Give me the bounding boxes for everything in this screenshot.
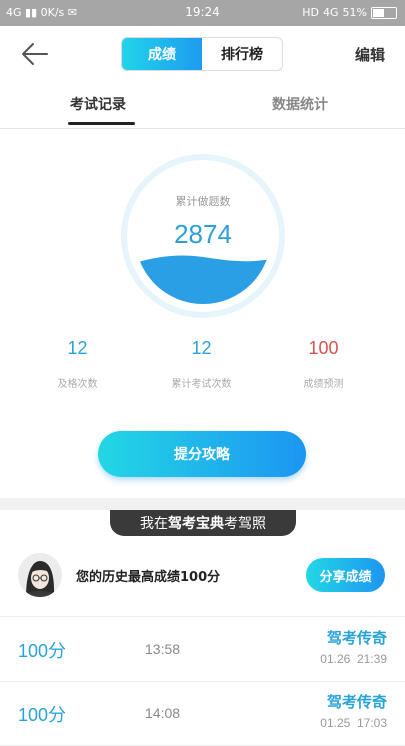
tab-data-stats[interactable]: 数据统计 — [272, 94, 328, 114]
record-title: 驾考传奇 — [326, 629, 387, 647]
share-score-button[interactable]: 分享成绩 — [306, 558, 385, 592]
record-date: 01.26 21:39 — [320, 652, 387, 666]
battery-percent: 51% — [342, 6, 367, 19]
question-count-gauge: 累计做题数 2874 — [120, 153, 286, 319]
section-divider — [0, 498, 405, 510]
record-date: 01.25 17:03 — [320, 716, 387, 730]
tab-exam-records[interactable]: 考试记录 — [70, 94, 126, 114]
sub-tabs: 考试记录 数据统计 — [0, 82, 405, 129]
improve-score-button[interactable]: 提分攻略 — [98, 431, 306, 477]
best-score-text: 您的历史最高成绩100分 — [76, 570, 221, 585]
brand-banner: 我在 驾考宝典 考驾照 — [110, 510, 296, 536]
active-tab-indicator — [68, 122, 135, 125]
record-row[interactable]: 100分 14:08 驾考传奇 01.25 17:03 — [0, 681, 405, 746]
stat-label: 及格次数 — [57, 379, 98, 390]
banner-suffix: 考驾照 — [224, 516, 266, 532]
status-right: HD 4G 51% — [302, 6, 397, 19]
hd-indicator: HD — [302, 6, 320, 19]
gauge-label: 累计做题数 — [175, 195, 231, 208]
record-duration: 13:58 — [145, 641, 181, 657]
edit-button[interactable]: 编辑 — [355, 44, 385, 65]
banner-prefix: 我在 — [140, 516, 168, 532]
banner-brand: 驾考宝典 — [168, 516, 224, 532]
top-nav: 成绩 排行榜 编辑 — [0, 26, 405, 82]
record-date-day: 01.26 — [320, 652, 351, 666]
stat-pass-count: 12 及格次数 — [10, 338, 145, 390]
record-score: 100分 — [18, 705, 67, 725]
record-row[interactable]: 100分 13:58 驾考传奇 01.26 21:39 — [0, 617, 405, 682]
record-date-time: 17:03 — [356, 716, 387, 730]
record-score: 100分 — [18, 641, 67, 661]
battery-icon — [371, 6, 397, 19]
record-title: 驾考传奇 — [326, 693, 387, 711]
network-indicator-2: 4G — [323, 6, 339, 19]
status-bar: 4G ▮▮ 0K/s ✉ 19:24 HD 4G 51% — [0, 0, 405, 26]
avatar[interactable] — [18, 553, 62, 597]
gauge-value: 2874 — [174, 219, 232, 249]
best-score-row: 您的历史最高成绩100分 分享成绩 — [0, 538, 405, 617]
stat-value: 100 — [308, 338, 339, 358]
stat-score-prediction: 100 成绩预测 — [256, 338, 391, 390]
stat-value: 12 — [191, 338, 212, 358]
stat-label: 累计考试次数 — [171, 379, 232, 390]
back-arrow-icon[interactable] — [20, 40, 50, 68]
stat-exam-count: 12 累计考试次数 — [134, 338, 269, 390]
record-duration: 14:08 — [145, 705, 181, 721]
tab-scores[interactable]: 成绩 — [122, 38, 202, 70]
tab-leaderboard[interactable]: 排行榜 — [202, 38, 282, 70]
segment-control: 成绩 排行榜 — [121, 37, 283, 71]
stat-value: 12 — [67, 338, 88, 358]
avatar-image — [18, 553, 62, 597]
stat-label: 成绩预测 — [303, 379, 344, 390]
record-date-time: 21:39 — [356, 652, 387, 666]
record-date-day: 01.25 — [320, 716, 351, 730]
